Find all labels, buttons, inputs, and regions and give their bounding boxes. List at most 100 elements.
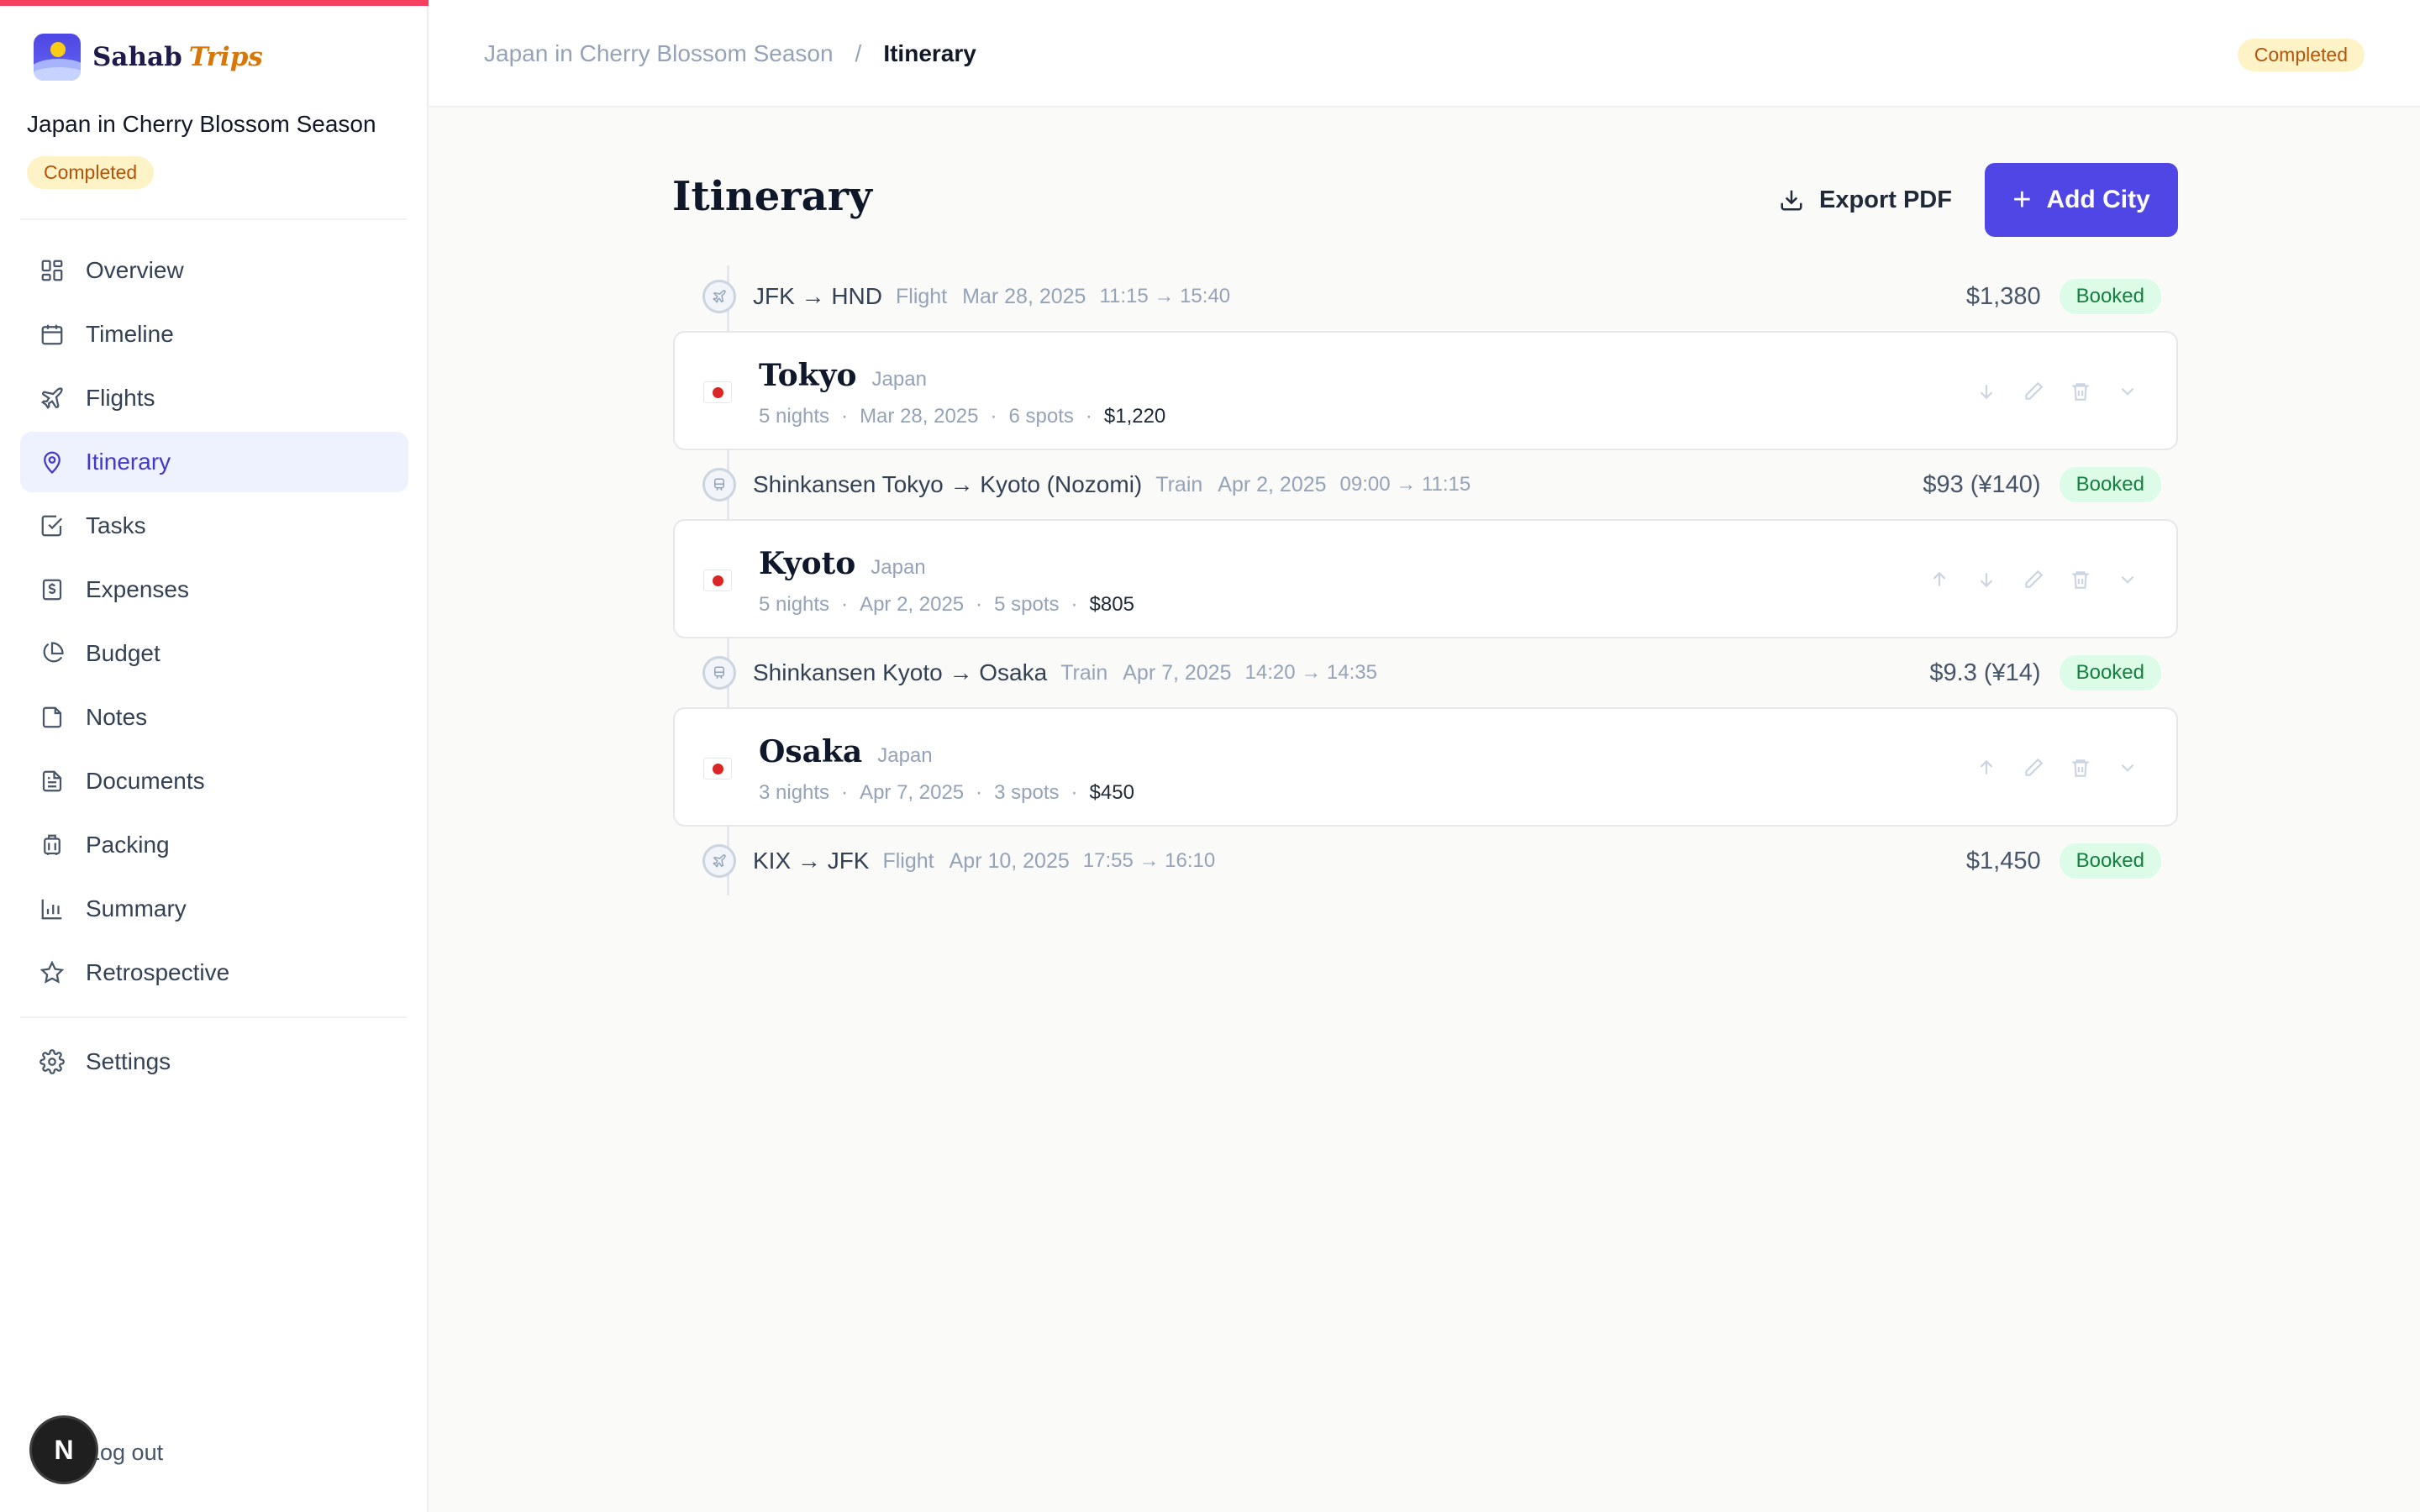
plane-icon bbox=[702, 280, 736, 313]
trip-title: Japan in Cherry Blossom Season bbox=[27, 111, 376, 137]
city-cost: $1,220 bbox=[1103, 405, 1166, 428]
download-icon bbox=[1779, 187, 1804, 213]
add-city-button[interactable]: + Add City bbox=[1985, 163, 2178, 237]
brand[interactable]: Sahab Trips bbox=[34, 34, 263, 81]
brand-accent: Trips bbox=[188, 42, 263, 72]
segment-price: $1,450 bbox=[1965, 847, 2041, 874]
segment-date: Apr 2, 2025 bbox=[1218, 472, 1327, 496]
map-pin-icon bbox=[39, 449, 66, 475]
trip-status-badge: Completed bbox=[27, 156, 155, 189]
booked-badge: Booked bbox=[2059, 843, 2161, 879]
sidebar-item-summary[interactable]: Summary bbox=[20, 879, 408, 939]
sidebar-item-label: Settings bbox=[86, 1048, 171, 1074]
sidebar: Sahab Trips Japan in Cherry Blossom Seas… bbox=[0, 0, 429, 1512]
segment-time: 17:55 → 16:10 bbox=[1082, 849, 1216, 872]
move-down-icon[interactable] bbox=[1971, 564, 2002, 595]
note-icon bbox=[39, 704, 66, 731]
document-icon bbox=[39, 768, 66, 795]
sidebar-item-expenses[interactable]: Expenses bbox=[20, 559, 408, 620]
sidebar-divider bbox=[20, 1016, 407, 1018]
transport-segment[interactable]: KIX → JFK Flight Apr 10, 2025 17:55 → 16… bbox=[702, 835, 2161, 887]
sidebar-item-notes[interactable]: Notes bbox=[20, 687, 408, 748]
train-icon bbox=[702, 468, 736, 501]
grid-icon bbox=[39, 257, 66, 284]
segment-time: 09:00 → 11:15 bbox=[1339, 473, 1471, 496]
sidebar-item-documents[interactable]: Documents bbox=[20, 751, 408, 811]
booked-badge: Booked bbox=[2059, 279, 2161, 314]
transport-segment[interactable]: JFK → HND Flight Mar 28, 2025 11:15 → 15… bbox=[702, 270, 2161, 323]
edit-icon[interactable] bbox=[2018, 564, 2049, 595]
dollar-receipt-icon bbox=[39, 576, 66, 603]
sidebar-item-label: Overview bbox=[86, 257, 184, 283]
export-pdf-label: Export PDF bbox=[1819, 186, 1952, 213]
booked-badge: Booked bbox=[2059, 467, 2161, 502]
sidebar-item-label: Flights bbox=[86, 385, 155, 411]
top-header: Japan in Cherry Blossom Season / Itinera… bbox=[429, 0, 2420, 108]
trash-icon[interactable] bbox=[2065, 564, 2096, 595]
breadcrumb-parent[interactable]: Japan in Cherry Blossom Season bbox=[484, 40, 834, 67]
segment-mode: Train bbox=[1060, 660, 1108, 685]
sidebar-item-label: Budget bbox=[86, 640, 160, 666]
sidebar-item-tasks[interactable]: Tasks bbox=[20, 496, 408, 556]
segment-route: KIX → JFK bbox=[753, 848, 870, 874]
add-city-label: Add City bbox=[2046, 186, 2150, 213]
city-date: Mar 28, 2025 bbox=[860, 405, 979, 428]
chevron-down-icon[interactable] bbox=[2112, 753, 2143, 783]
city-nights: 3 nights bbox=[759, 781, 830, 804]
transport-segment[interactable]: Shinkansen Tokyo → Kyoto (Nozomi) Train … bbox=[702, 459, 2161, 511]
sidebar-item-retrospective[interactable]: Retrospective bbox=[20, 942, 408, 1003]
sidebar-item-flights[interactable]: Flights bbox=[20, 368, 408, 428]
city-country: Japan bbox=[871, 368, 927, 391]
move-up-icon[interactable] bbox=[1924, 564, 1954, 595]
segment-time: 14:20 → 14:35 bbox=[1244, 661, 1377, 684]
sidebar-item-packing[interactable]: Packing bbox=[20, 815, 408, 875]
trash-icon[interactable] bbox=[2065, 376, 2096, 407]
city-card-osaka[interactable]: Osaka Japan 3 nights · Apr 7, 2025 · 3 spo… bbox=[673, 707, 2178, 827]
move-down-icon[interactable] bbox=[1971, 376, 2002, 407]
sidebar-item-timeline[interactable]: Timeline bbox=[20, 304, 408, 365]
city-spots: 6 spots bbox=[1008, 405, 1074, 428]
sidebar-item-label: Summary bbox=[86, 895, 187, 921]
sidebar-item-label: Tasks bbox=[86, 512, 146, 538]
booked-badge: Booked bbox=[2059, 655, 2161, 690]
logout-button[interactable]: Log out bbox=[87, 1440, 163, 1466]
segment-date: Mar 28, 2025 bbox=[962, 284, 1086, 308]
transport-segment[interactable]: Shinkansen Kyoto → Osaka Train Apr 7, 20… bbox=[702, 647, 2161, 699]
plus-icon: + bbox=[2012, 181, 2032, 218]
sidebar-item-itinerary[interactable]: Itinerary bbox=[20, 432, 408, 492]
city-card-kyoto[interactable]: Kyoto Japan 5 nights · Apr 2, 2025 · 5 spo… bbox=[673, 519, 2178, 638]
brand-name: Sahab bbox=[92, 42, 182, 72]
sidebar-item-budget[interactable]: Budget bbox=[20, 623, 408, 684]
city-name: Osaka bbox=[759, 734, 863, 769]
plane-icon bbox=[39, 385, 66, 412]
edit-icon[interactable] bbox=[2018, 376, 2049, 407]
segment-route: Shinkansen Tokyo → Kyoto (Nozomi) bbox=[753, 471, 1143, 497]
chevron-down-icon[interactable] bbox=[2112, 564, 2143, 595]
pie-chart-icon bbox=[39, 640, 66, 667]
city-cost: $450 bbox=[1089, 781, 1134, 804]
city-date: Apr 7, 2025 bbox=[860, 781, 965, 804]
segment-price: $1,380 bbox=[1965, 282, 2041, 310]
star-icon bbox=[39, 959, 66, 986]
city-spots: 5 spots bbox=[994, 593, 1060, 616]
segment-mode: Train bbox=[1155, 472, 1203, 496]
calendar-icon bbox=[39, 321, 66, 348]
city-card-tokyo[interactable]: Tokyo Japan 5 nights · Mar 28, 2025 · 6 sp… bbox=[673, 331, 2178, 450]
segment-date: Apr 7, 2025 bbox=[1123, 660, 1232, 685]
sidebar-item-overview[interactable]: Overview bbox=[20, 240, 408, 301]
city-name: Kyoto bbox=[759, 546, 856, 581]
move-up-icon[interactable] bbox=[1971, 753, 2002, 783]
sidebar-item-label: Notes bbox=[86, 704, 148, 730]
brand-logo-icon bbox=[34, 34, 81, 81]
export-pdf-button[interactable]: Export PDF bbox=[1765, 165, 1966, 235]
trash-icon[interactable] bbox=[2065, 753, 2096, 783]
japan-flag-icon bbox=[703, 570, 732, 591]
train-icon bbox=[702, 656, 736, 690]
breadcrumb: Japan in Cherry Blossom Season / Itinera… bbox=[484, 40, 976, 67]
edit-icon[interactable] bbox=[2018, 753, 2049, 783]
avatar[interactable]: N bbox=[32, 1418, 96, 1482]
chevron-down-icon[interactable] bbox=[2112, 376, 2143, 407]
city-name: Tokyo bbox=[759, 358, 857, 393]
sidebar-item-settings[interactable]: Settings bbox=[20, 1032, 408, 1092]
segment-route: Shinkansen Kyoto → Osaka bbox=[753, 659, 1048, 685]
